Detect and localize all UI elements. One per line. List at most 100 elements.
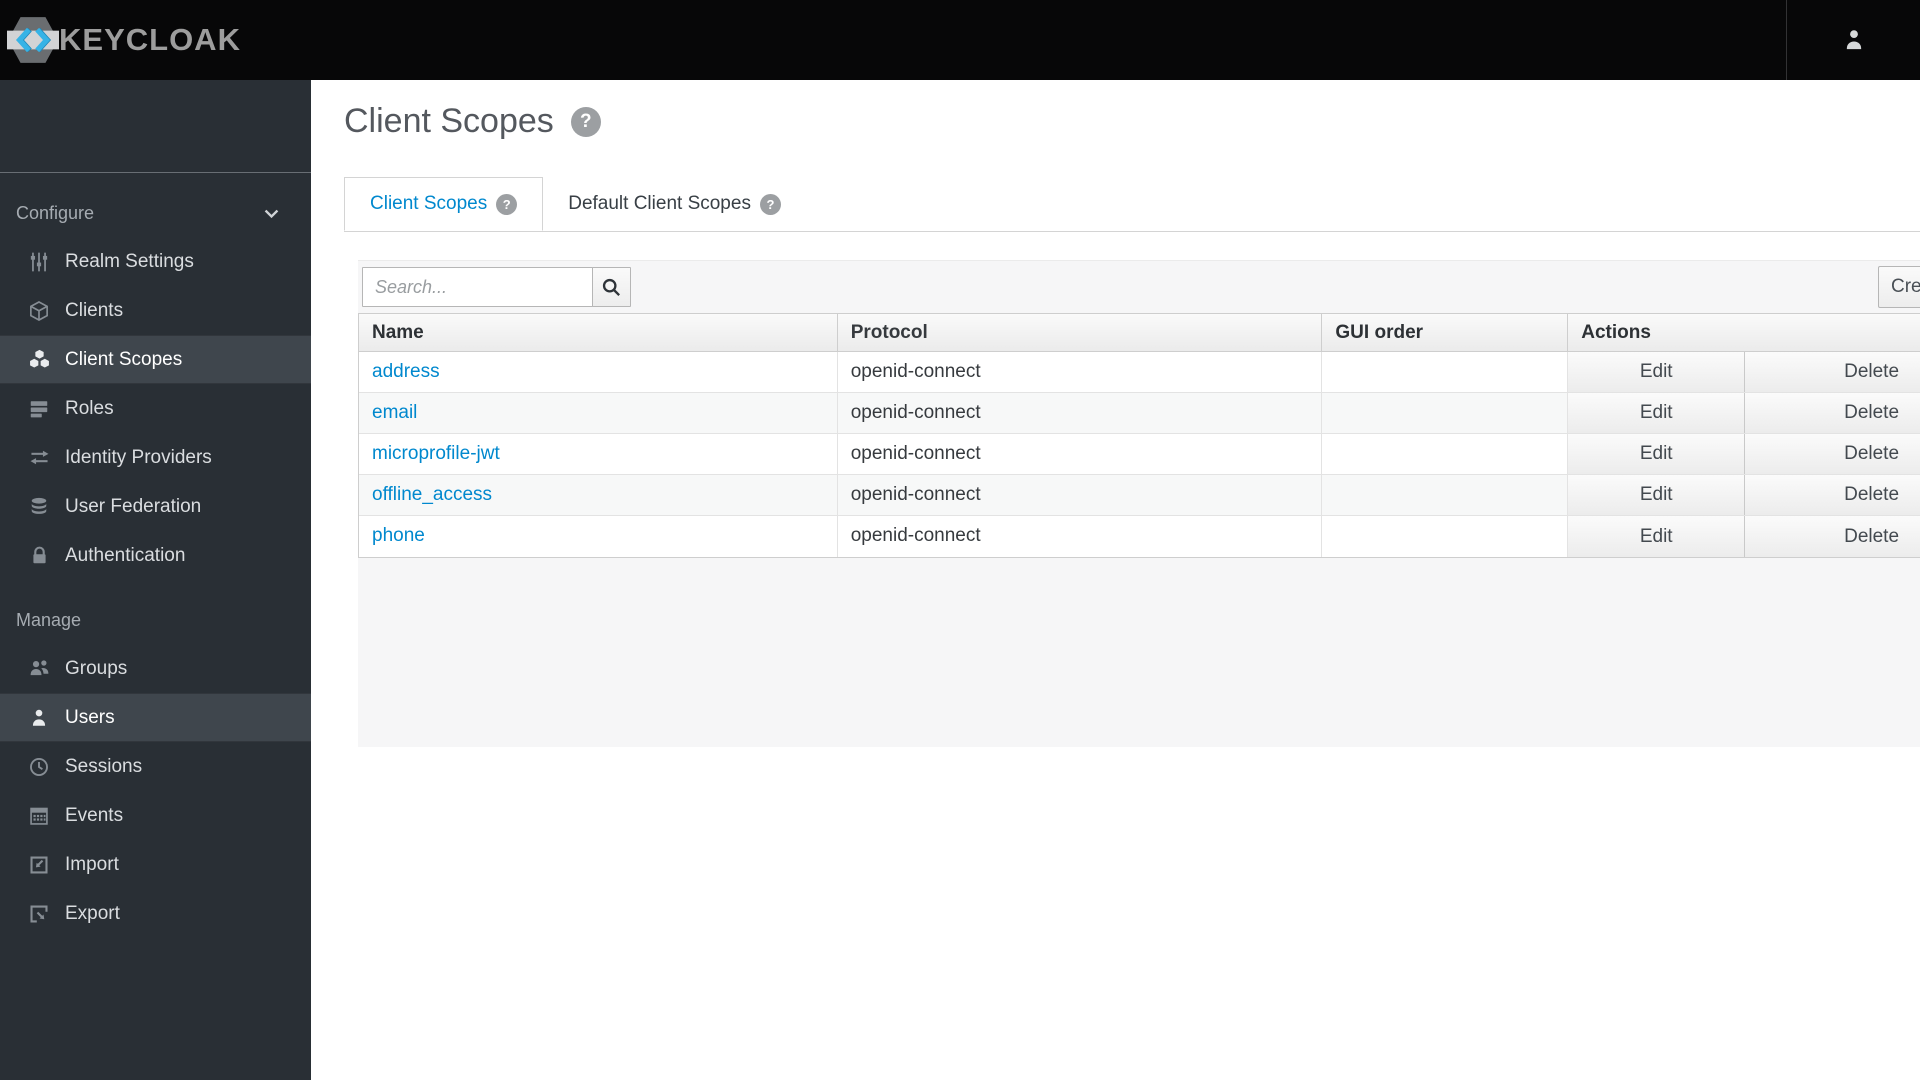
column-header-name: Name [359,314,838,351]
protocol-cell: openid-connect [838,393,1323,433]
column-header-actions: Actions [1568,314,1920,351]
sidebar-section-label: Configure [16,202,95,223]
sidebar-item-label: Realm Settings [65,250,194,272]
sliders-icon [27,250,51,273]
create-button[interactable]: Create [1878,266,1920,308]
group-icon [27,657,51,680]
gui-order-cell [1322,516,1569,557]
sidebar-section-manage: Manage [0,605,311,635]
client-scopes-table: Name Protocol GUI order Actions address … [358,313,1920,558]
sidebar-item-user-federation[interactable]: User Federation [0,482,311,531]
delete-button[interactable]: Delete [1745,352,1920,392]
sidebar-item-export[interactable]: Export [0,889,311,938]
sidebar-item-label: Sessions [65,755,143,777]
user-icon [1841,27,1867,53]
table-toolbar: Create [358,261,1920,313]
name-cell: address [359,352,838,392]
database-icon [27,495,51,518]
protocol-cell: openid-connect [838,475,1323,515]
edit-button[interactable]: Edit [1568,475,1746,515]
sidebar-section: Configure Realm Settings Clients Client … [0,198,311,580]
sidebar-item-users[interactable]: Users [0,693,311,742]
keycloak-logo-icon [7,16,59,64]
cube-icon [27,299,51,322]
exchange-arrows-icon [27,446,51,469]
table-row: offline_access openid-connect Edit Delet… [359,475,1920,516]
sidebar: Configure Realm Settings Clients Client … [0,80,311,1080]
cubes-icon [27,348,51,371]
sidebar-item-label: Client Scopes [65,348,183,370]
sidebar-item-client-scopes[interactable]: Client Scopes [0,335,311,384]
table-row: email openid-connect Edit Delete [359,393,1920,434]
delete-button[interactable]: Delete [1745,516,1920,557]
client-scope-link[interactable]: offline_access [372,484,492,505]
sidebar-item-events[interactable]: Events [0,791,311,840]
delete-button[interactable]: Delete [1745,434,1920,474]
edit-button[interactable]: Edit [1568,393,1746,433]
protocol-cell: openid-connect [838,434,1323,474]
export-icon [27,902,51,925]
user-menu-button[interactable] [1835,21,1873,59]
import-icon [27,853,51,876]
name-cell: microprofile-jwt [359,434,838,474]
page-header: Client Scopes ? [344,98,1920,145]
search-icon [601,277,622,298]
sidebar-item-label: Events [65,804,124,826]
top-navbar: KEYCLOAK [0,0,1920,80]
protocol-cell: openid-connect [838,516,1323,557]
sidebar-item-sessions[interactable]: Sessions [0,742,311,791]
tab-label: Client Scopes [370,193,488,214]
help-icon[interactable]: ? [570,106,601,137]
sidebar-item-roles[interactable]: Roles [0,384,311,433]
edit-button[interactable]: Edit [1568,434,1746,474]
table-header-row: Name Protocol GUI order Actions [359,314,1920,352]
search-button[interactable] [592,267,631,307]
sidebar-item-label: Groups [65,657,128,679]
client-scope-link[interactable]: phone [372,525,425,546]
tab-client-scopes[interactable]: Client Scopes ? [344,177,544,231]
sidebar-item-label: Roles [65,397,114,419]
help-icon[interactable]: ? [759,193,781,215]
sidebar-section-configure[interactable]: Configure [0,198,311,228]
sidebar-item-identity-providers[interactable]: Identity Providers [0,433,311,482]
name-cell: phone [359,516,838,557]
gui-order-cell [1322,352,1569,392]
table-row: microprofile-jwt openid-connect Edit Del… [359,434,1920,475]
gui-order-cell [1322,434,1569,474]
sidebar-item-clients[interactable]: Clients [0,286,311,335]
search-input[interactable] [362,267,593,307]
edit-button[interactable]: Edit [1568,352,1746,392]
main-content: Client Scopes ? Client Scopes ? Default … [311,80,1920,1080]
sidebar-item-label: Users [65,706,115,728]
column-header-gui-order: GUI order [1322,314,1569,351]
client-scope-link[interactable]: address [372,361,440,382]
sidebar-item-authentication[interactable]: Authentication [0,531,311,580]
sidebar-section: Manage Groups Users Sessions Events Impo… [0,605,311,938]
help-icon[interactable]: ? [496,193,518,215]
column-header-protocol: Protocol [838,314,1323,351]
sidebar-item-groups[interactable]: Groups [0,644,311,693]
client-scope-link[interactable]: microprofile-jwt [372,443,500,464]
sidebar-section-label: Manage [16,609,82,630]
sidebar-item-label: Clients [65,299,124,321]
brand-name: KEYCLOAK [59,22,241,57]
keycloak-logo[interactable]: KEYCLOAK [0,16,241,64]
list-icon [27,397,51,420]
sidebar-item-import[interactable]: Import [0,840,311,889]
tab-default-client-scopes[interactable]: Default Client Scopes ? [543,177,806,231]
gui-order-cell [1322,475,1569,515]
user-icon [27,706,51,729]
edit-button[interactable]: Edit [1568,516,1746,557]
page-title: Client Scopes [344,102,554,140]
name-cell: email [359,393,838,433]
delete-button[interactable]: Delete [1745,475,1920,515]
protocol-cell: openid-connect [838,352,1323,392]
sidebar-item-realm-settings[interactable]: Realm Settings [0,237,311,286]
delete-button[interactable]: Delete [1745,393,1920,433]
name-cell: offline_access [359,475,838,515]
sidebar-item-label: User Federation [65,495,202,517]
table-row: phone openid-connect Edit Delete [359,516,1920,557]
sidebar-item-label: Import [65,853,119,875]
client-scope-link[interactable]: email [372,402,417,423]
chevron-down-icon [262,204,281,223]
